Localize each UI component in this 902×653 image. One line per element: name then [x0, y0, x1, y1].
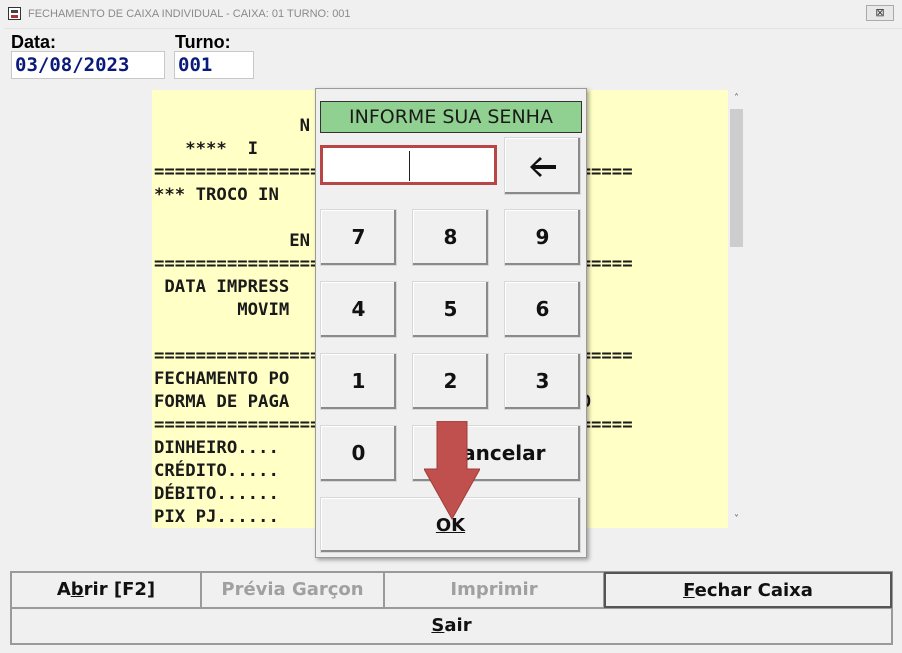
key-3[interactable]: 3 [504, 353, 581, 410]
data-label: Data: [11, 32, 57, 52]
arrow-left-icon [530, 157, 556, 177]
fechar-caixa-button[interactable]: Fechar Caixa [604, 572, 892, 608]
key-8[interactable]: 8 [412, 209, 489, 266]
cash-register-icon [8, 7, 21, 20]
receipt-line: EN [154, 231, 311, 251]
key-1[interactable]: 1 [320, 353, 397, 410]
window-title: FECHAMENTO DE CAIXA INDIVIDUAL - CAIXA: … [28, 8, 351, 20]
dialog-title: INFORME SUA SENHA [320, 101, 582, 133]
key-6[interactable]: 6 [504, 281, 581, 338]
text-caret [409, 151, 410, 181]
password-input[interactable] [320, 145, 497, 185]
receipt-line: N [299, 116, 311, 136]
key-2[interactable]: 2 [412, 353, 489, 410]
sair-button[interactable]: Sair [11, 608, 892, 644]
key-7[interactable]: 7 [320, 209, 397, 266]
key-5[interactable]: 5 [412, 281, 489, 338]
key-9[interactable]: 9 [504, 209, 581, 266]
scroll-up-icon[interactable]: ˄ [728, 90, 745, 107]
scroll-thumb[interactable] [730, 109, 743, 247]
password-dialog: INFORME SUA SENHA 7 8 9 4 5 6 1 2 3 0 Ca… [315, 88, 587, 558]
previa-garcon-button[interactable]: Prévia Garçon [201, 572, 384, 608]
window-frame [0, 28, 4, 653]
data-field[interactable]: 03/08/2023 [11, 51, 165, 79]
scroll-down-icon[interactable]: ˅ [728, 511, 745, 528]
turno-label: Turno: [175, 32, 231, 52]
key-4[interactable]: 4 [320, 281, 397, 338]
turno-field[interactable]: 001 [174, 51, 254, 79]
receipt-scrollbar[interactable]: ˄ ˅ [728, 90, 745, 528]
backspace-button[interactable] [504, 137, 581, 195]
imprimir-button[interactable]: Imprimir [384, 572, 604, 608]
title-bar: FECHAMENTO DE CAIXA INDIVIDUAL - CAIXA: … [0, 0, 902, 29]
key-0[interactable]: 0 [320, 425, 397, 482]
pointer-arrow-icon [424, 421, 480, 521]
abrir-button[interactable]: Abrir [F2] [11, 572, 201, 608]
close-button[interactable]: ⊠ [866, 5, 894, 21]
